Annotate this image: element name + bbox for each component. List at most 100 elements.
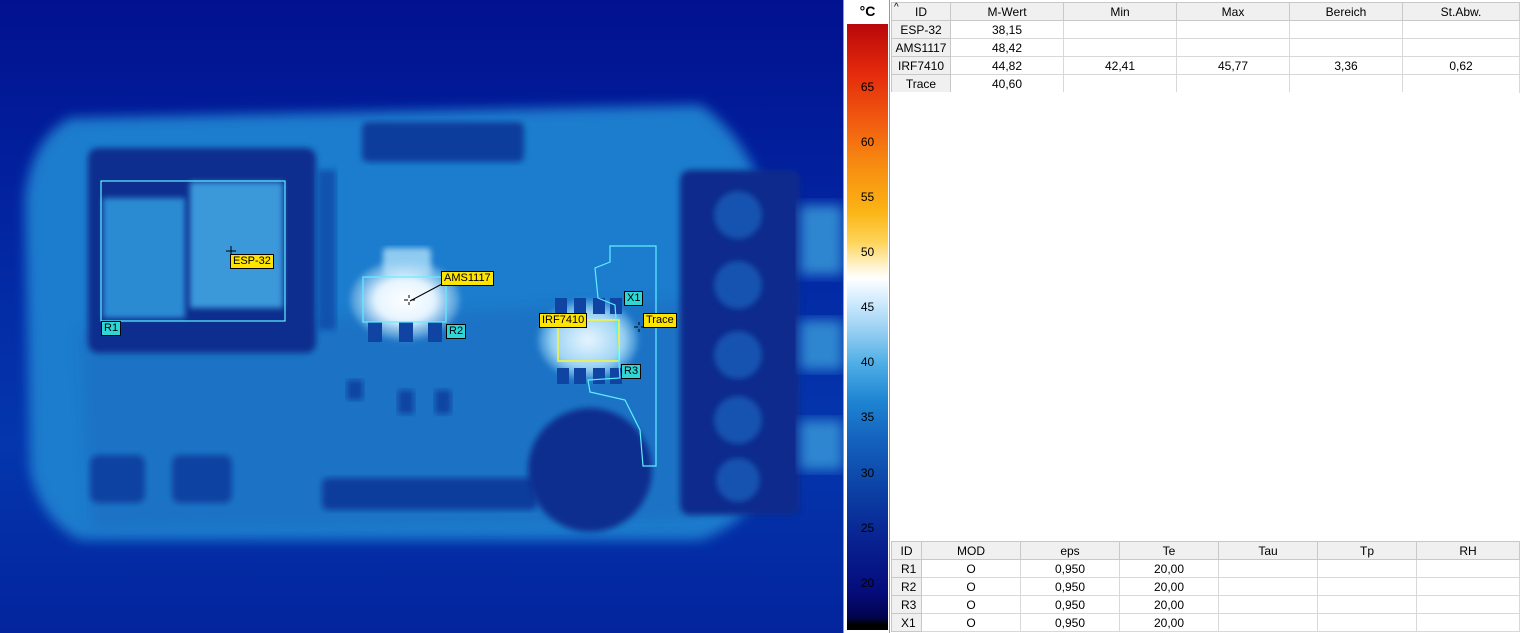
cell-eps: 0,950 — [1020, 577, 1120, 596]
cell-m-wert: 40,60 — [950, 74, 1064, 93]
row-id: X1 — [891, 613, 922, 632]
sort-caret-icon: ^ — [894, 2, 899, 13]
column-header-st-abw[interactable]: St.Abw. — [1402, 2, 1520, 21]
cell-te: 20,00 — [1119, 577, 1219, 596]
column-header-bereich[interactable]: Bereich — [1289, 2, 1403, 21]
scale-tick: 30 — [860, 466, 875, 480]
scale-tick: 40 — [860, 355, 875, 369]
thermal-scene — [25, 105, 843, 540]
row-id: ESP-32 — [891, 20, 951, 39]
tag-r2[interactable]: R2 — [446, 324, 467, 339]
column-header-rh[interactable]: RH — [1416, 541, 1520, 560]
column-header-m-wert[interactable]: M-Wert — [950, 2, 1064, 21]
cell-tau — [1218, 559, 1318, 578]
cell-st-abw: 0,62 — [1402, 56, 1520, 75]
table-row[interactable]: IRF7410 44,82 42,41 45,77 3,36 0,62 — [891, 56, 1520, 75]
row-id: AMS1117 — [891, 38, 951, 57]
measurement-header-row: ^ ID M-Wert Min Max Bereich St.Abw. — [891, 2, 1520, 21]
cell-m-wert: 48,42 — [950, 38, 1064, 57]
scale-tick: 20 — [860, 576, 875, 590]
column-header-mod[interactable]: MOD — [921, 541, 1021, 560]
cell-rh — [1416, 613, 1520, 632]
scale-tick: 45 — [860, 300, 875, 314]
temperature-scale: °C 65 60 55 50 45 40 35 30 25 20 — [843, 0, 890, 633]
cell-bereich — [1289, 20, 1403, 39]
cell-eps: 0,950 — [1020, 559, 1120, 578]
cell-bereich: 3,36 — [1289, 56, 1403, 75]
cell-te: 20,00 — [1119, 559, 1219, 578]
cell-max — [1176, 38, 1290, 57]
cell-rh — [1416, 559, 1520, 578]
cell-st-abw — [1402, 20, 1520, 39]
column-header-te[interactable]: Te — [1119, 541, 1219, 560]
table-row[interactable]: ESP-32 38,15 — [891, 20, 1520, 39]
scale-color-bar — [847, 24, 888, 630]
scale-tick: 35 — [860, 410, 875, 424]
table-row[interactable]: AMS1117 48,42 — [891, 38, 1520, 57]
row-id: IRF7410 — [891, 56, 951, 75]
cell-st-abw — [1402, 38, 1520, 57]
cell-te: 20,00 — [1119, 595, 1219, 614]
measurement-table: ^ ID M-Wert Min Max Bereich St.Abw. ESP-… — [891, 2, 1520, 93]
table-row[interactable]: R1 O 0,950 20,00 — [891, 559, 1520, 578]
cell-eps: 0,950 — [1020, 595, 1120, 614]
cell-rh — [1416, 577, 1520, 596]
scale-tick: 65 — [860, 80, 875, 94]
cell-min: 42,41 — [1063, 56, 1177, 75]
table-row[interactable]: R3 O 0,950 20,00 — [891, 595, 1520, 614]
cell-tp — [1317, 577, 1417, 596]
row-id: R3 — [891, 595, 922, 614]
column-header-tau[interactable]: Tau — [1218, 541, 1318, 560]
tag-r1[interactable]: R1 — [101, 321, 122, 336]
scale-tick: 50 — [860, 245, 875, 259]
column-header-tp[interactable]: Tp — [1317, 541, 1417, 560]
cell-tp — [1317, 613, 1417, 632]
row-id: Trace — [891, 74, 951, 93]
cell-tp — [1317, 595, 1417, 614]
scale-tick: 60 — [860, 135, 875, 149]
capacitor — [528, 408, 652, 532]
cell-min — [1063, 74, 1177, 93]
scale-tick: 25 — [860, 521, 875, 535]
cell-max — [1176, 74, 1290, 93]
column-header-id[interactable]: ID — [891, 541, 922, 560]
table-row[interactable]: Trace 40,60 — [891, 74, 1520, 93]
cell-bereich — [1289, 38, 1403, 57]
cell-m-wert: 38,15 — [950, 20, 1064, 39]
tag-trace[interactable]: Trace — [643, 313, 677, 328]
tag-x1[interactable]: X1 — [624, 291, 644, 306]
tag-irf7410[interactable]: IRF7410 — [539, 313, 588, 328]
cell-max: 45,77 — [1176, 56, 1290, 75]
cell-max — [1176, 20, 1290, 39]
cell-mod: O — [921, 577, 1021, 596]
column-header-max[interactable]: Max — [1176, 2, 1290, 21]
cell-mod: O — [921, 559, 1021, 578]
cell-min — [1063, 38, 1177, 57]
cell-mod: O — [921, 595, 1021, 614]
cell-rh — [1416, 595, 1520, 614]
cell-m-wert: 44,82 — [950, 56, 1064, 75]
thermal-image[interactable]: ESP-32 AMS1117 IRF7410 Trace R1 R2 R3 X1 — [0, 0, 843, 633]
scale-tick: 55 — [860, 190, 875, 204]
row-id: R2 — [891, 577, 922, 596]
parameters-header-row: ID MOD eps Te Tau Tp RH — [891, 541, 1520, 560]
tag-esp32[interactable]: ESP-32 — [230, 254, 274, 269]
tag-ams1117[interactable]: AMS1117 — [441, 271, 494, 286]
row-id: R1 — [891, 559, 922, 578]
cell-tp — [1317, 559, 1417, 578]
table-empty-area — [891, 92, 1519, 541]
parameters-table: ID MOD eps Te Tau Tp RH R1 O 0,950 20,00… — [891, 541, 1520, 632]
tag-r3[interactable]: R3 — [621, 364, 642, 379]
cell-st-abw — [1402, 74, 1520, 93]
table-row[interactable]: R2 O 0,950 20,00 — [891, 577, 1520, 596]
cell-tau — [1218, 577, 1318, 596]
table-row[interactable]: X1 O 0,950 20,00 — [891, 613, 1520, 632]
cell-te: 20,00 — [1119, 613, 1219, 632]
scale-unit: °C — [859, 3, 876, 19]
cell-mod: O — [921, 613, 1021, 632]
column-header-eps[interactable]: eps — [1020, 541, 1120, 560]
cell-tau — [1218, 595, 1318, 614]
column-header-min[interactable]: Min — [1063, 2, 1177, 21]
column-header-id[interactable]: ^ ID — [891, 2, 951, 21]
cell-min — [1063, 20, 1177, 39]
